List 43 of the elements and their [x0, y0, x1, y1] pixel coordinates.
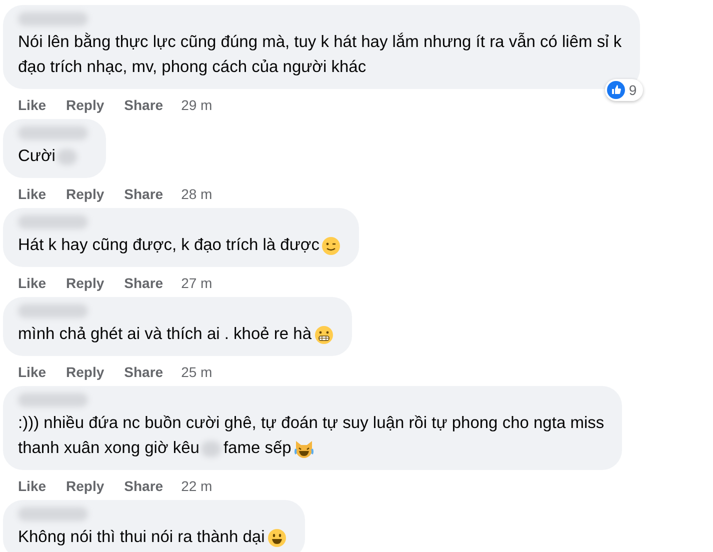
blurred-name: [18, 304, 88, 318]
blurred-name: [18, 393, 88, 407]
comment-action-link[interactable]: Like: [18, 97, 46, 113]
smiling-face-icon: [266, 528, 287, 548]
comment-action-link[interactable]: Reply: [66, 364, 104, 380]
comment-text: Hát k hay cũng được, k đạo trích là được: [18, 236, 320, 255]
comment-action-link[interactable]: Reply: [66, 97, 104, 113]
reaction-badge[interactable]: 9: [604, 79, 643, 101]
winking-face-icon: [321, 236, 342, 256]
comment-action-link[interactable]: Share: [124, 478, 164, 494]
comment-time: 28 m: [181, 186, 212, 202]
comment-text: thanh xuân xong giờ kêu: [18, 439, 200, 458]
blurred-name: [18, 215, 88, 229]
comment-text: Nói lên bằng thực lực cũng đúng mà, tuy k hát hay lắm nhưng ít ra vẫn có liêm sỉ k: [18, 33, 622, 52]
comment-action-link[interactable]: Share: [124, 97, 164, 113]
blurred-word: [201, 440, 222, 456]
comment-time: 27 m: [181, 275, 212, 291]
laughing-cat-icon: [293, 438, 316, 458]
comment-action-link[interactable]: Share: [124, 275, 164, 291]
comment-text: mình chả ghét ai và thích ai . khoẻ re hà: [18, 325, 312, 344]
comment-action-link[interactable]: Reply: [66, 186, 104, 202]
comment-action-link[interactable]: Reply: [66, 275, 104, 291]
comment-action-link[interactable]: Like: [18, 478, 46, 494]
blurred-word: [57, 148, 78, 164]
comment-text: fame sếp: [223, 439, 292, 458]
comment-action-link[interactable]: Reply: [66, 478, 104, 494]
grimacing-face-icon: [314, 324, 334, 344]
blurred-name: [18, 12, 88, 26]
comment-text: :))) nhiều đứa nc buồn cười ghê, tự đoán tự suy luận rồi tự phong cho ngta miss: [18, 414, 604, 433]
comment-text: Không nói thì thui nói ra thành dại: [18, 528, 265, 547]
comment-action-link[interactable]: Like: [18, 364, 46, 380]
comment-action-link[interactable]: Share: [124, 186, 164, 202]
comment-action-link[interactable]: Like: [18, 186, 46, 202]
comment-action-link[interactable]: Share: [124, 364, 164, 380]
comment-text: Cười: [18, 147, 56, 166]
comment-text: đạo trích nhạc, mv, phong cách của người khác: [18, 58, 366, 77]
comment-time: 25 m: [181, 364, 212, 380]
comment-time: 29 m: [181, 97, 212, 113]
comment-action-link[interactable]: Like: [18, 275, 46, 291]
blurred-name: [18, 507, 88, 521]
thumbs-up-icon: [606, 81, 625, 99]
comment-time: 22 m: [181, 478, 212, 494]
blurred-name: [18, 126, 88, 140]
